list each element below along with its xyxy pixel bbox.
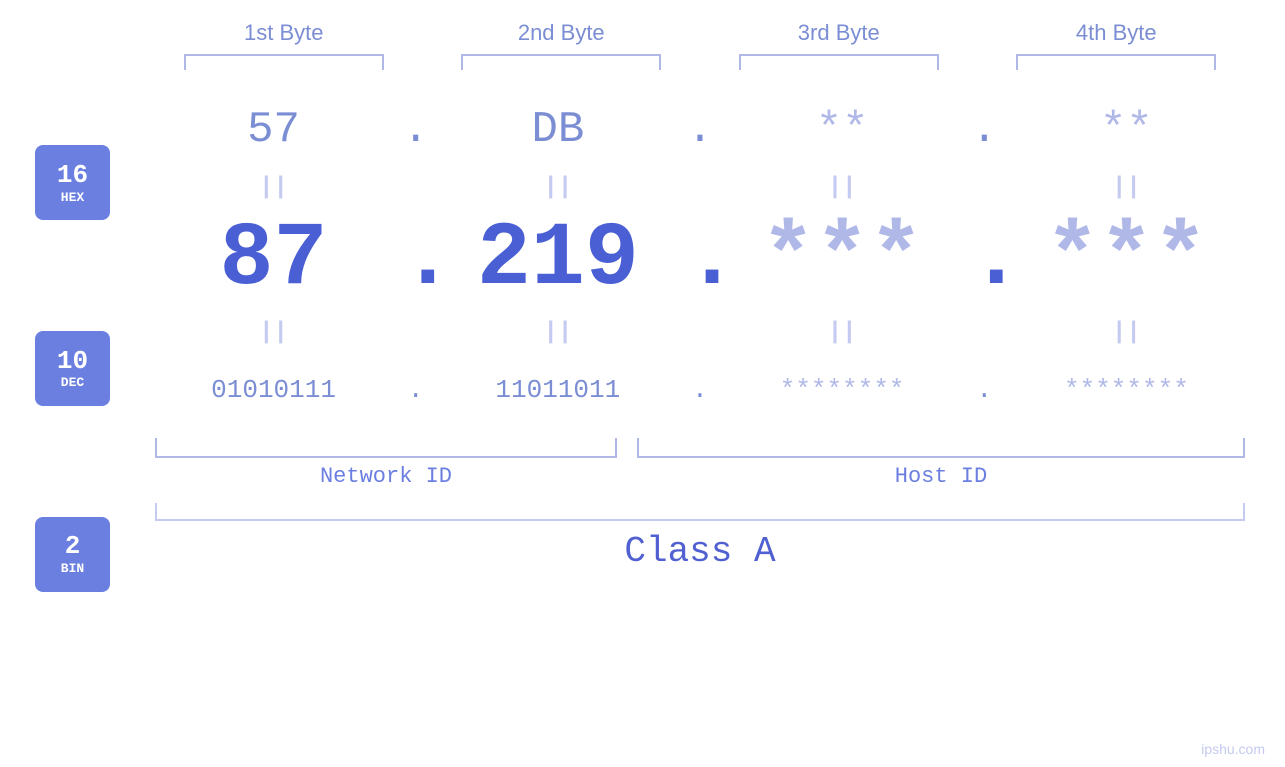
host-bracket xyxy=(637,438,1245,458)
sep-1-4: || xyxy=(1016,174,1236,201)
class-bracket-row xyxy=(145,503,1255,521)
hex-dot-3: . xyxy=(969,105,999,155)
bin-val-2: 11011011 xyxy=(495,375,620,405)
byte-headers: 1st Byte 2nd Byte 3rd Byte 4th Byte xyxy=(0,20,1285,46)
class-label: Class A xyxy=(624,531,775,572)
sep-2-3: || xyxy=(732,319,952,346)
bin-badge-label: BIN xyxy=(61,561,84,576)
badges-column: 16 HEX 10 DEC 2 BIN xyxy=(0,80,145,767)
dec-cell-2: 219 xyxy=(448,209,668,311)
dec-val-4: *** xyxy=(1045,209,1207,311)
content-area: 16 HEX 10 DEC 2 BIN 57 . DB xyxy=(0,80,1285,767)
dec-dot-1: . xyxy=(401,209,431,311)
class-label-row: Class A xyxy=(145,531,1255,572)
byte-header-1: 1st Byte xyxy=(174,20,394,46)
dec-val-3: *** xyxy=(761,209,923,311)
hex-dot-2: . xyxy=(685,105,715,155)
dec-cell-4: *** xyxy=(1016,209,1236,311)
bin-val-3: ******** xyxy=(780,375,905,405)
network-id-label: Network ID xyxy=(155,464,617,489)
main-container: 1st Byte 2nd Byte 3rd Byte 4th Byte 16 H… xyxy=(0,0,1285,767)
dec-badge-label: DEC xyxy=(61,375,84,390)
bin-dot-1: . xyxy=(401,375,431,405)
values-area: 57 . DB . ** . ** || || xyxy=(145,80,1285,767)
bin-cell-1: 01010111 xyxy=(164,375,384,405)
hex-val-2: DB xyxy=(531,105,584,155)
sep-1-1: || xyxy=(164,174,384,201)
bin-val-4: ******** xyxy=(1064,375,1189,405)
dec-val-2: 219 xyxy=(477,209,639,311)
hex-cell-1: 57 xyxy=(164,105,384,155)
hex-badge-number: 16 xyxy=(57,161,88,190)
dec-cell-3: *** xyxy=(732,209,952,311)
dec-row: 87 . 219 . *** . *** xyxy=(145,205,1255,315)
bin-dot-2: . xyxy=(685,375,715,405)
sep-2-1: || xyxy=(164,319,384,346)
top-brackets xyxy=(0,54,1285,70)
bin-cell-2: 11011011 xyxy=(448,375,668,405)
hex-cell-4: ** xyxy=(1016,105,1236,155)
hex-val-1: 57 xyxy=(247,105,300,155)
bottom-brackets xyxy=(145,438,1255,458)
hex-row: 57 . DB . ** . ** xyxy=(145,90,1255,170)
byte-header-3: 3rd Byte xyxy=(729,20,949,46)
dec-val-1: 87 xyxy=(220,209,328,311)
sep-1-2: || xyxy=(448,174,668,201)
sep-2-2: || xyxy=(448,319,668,346)
bin-row: 01010111 . 11011011 . ******** . *******… xyxy=(145,350,1255,430)
sep-row-2: || || || || xyxy=(145,315,1255,350)
bin-badge-number: 2 xyxy=(65,532,81,561)
bracket-2 xyxy=(461,54,661,70)
hex-cell-3: ** xyxy=(732,105,952,155)
hex-val-3: ** xyxy=(816,105,869,155)
dec-cell-1: 87 xyxy=(164,209,384,311)
dec-badge-number: 10 xyxy=(57,347,88,376)
bracket-1 xyxy=(184,54,384,70)
bin-val-1: 01010111 xyxy=(211,375,336,405)
hex-badge: 16 HEX xyxy=(35,145,110,220)
watermark: ipshu.com xyxy=(1201,741,1265,757)
id-labels: Network ID Host ID xyxy=(145,464,1255,489)
bin-badge: 2 BIN xyxy=(35,517,110,592)
sep-1-3: || xyxy=(732,174,952,201)
byte-header-4: 4th Byte xyxy=(1006,20,1226,46)
dec-dot-2: . xyxy=(685,209,715,311)
network-bracket xyxy=(155,438,617,458)
dec-dot-3: . xyxy=(969,209,999,311)
hex-dot-1: . xyxy=(401,105,431,155)
hex-val-4: ** xyxy=(1100,105,1153,155)
bin-cell-3: ******** xyxy=(732,375,952,405)
dec-badge: 10 DEC xyxy=(35,331,110,406)
bin-cell-4: ******** xyxy=(1016,375,1236,405)
hex-cell-2: DB xyxy=(448,105,668,155)
host-id-label: Host ID xyxy=(637,464,1245,489)
bracket-3 xyxy=(739,54,939,70)
sep-row-1: || || || || xyxy=(145,170,1255,205)
bracket-gap xyxy=(617,438,637,458)
class-bracket xyxy=(155,503,1245,521)
hex-badge-label: HEX xyxy=(61,190,84,205)
byte-header-2: 2nd Byte xyxy=(451,20,671,46)
bin-dot-3: . xyxy=(969,375,999,405)
sep-2-4: || xyxy=(1016,319,1236,346)
bracket-4 xyxy=(1016,54,1216,70)
